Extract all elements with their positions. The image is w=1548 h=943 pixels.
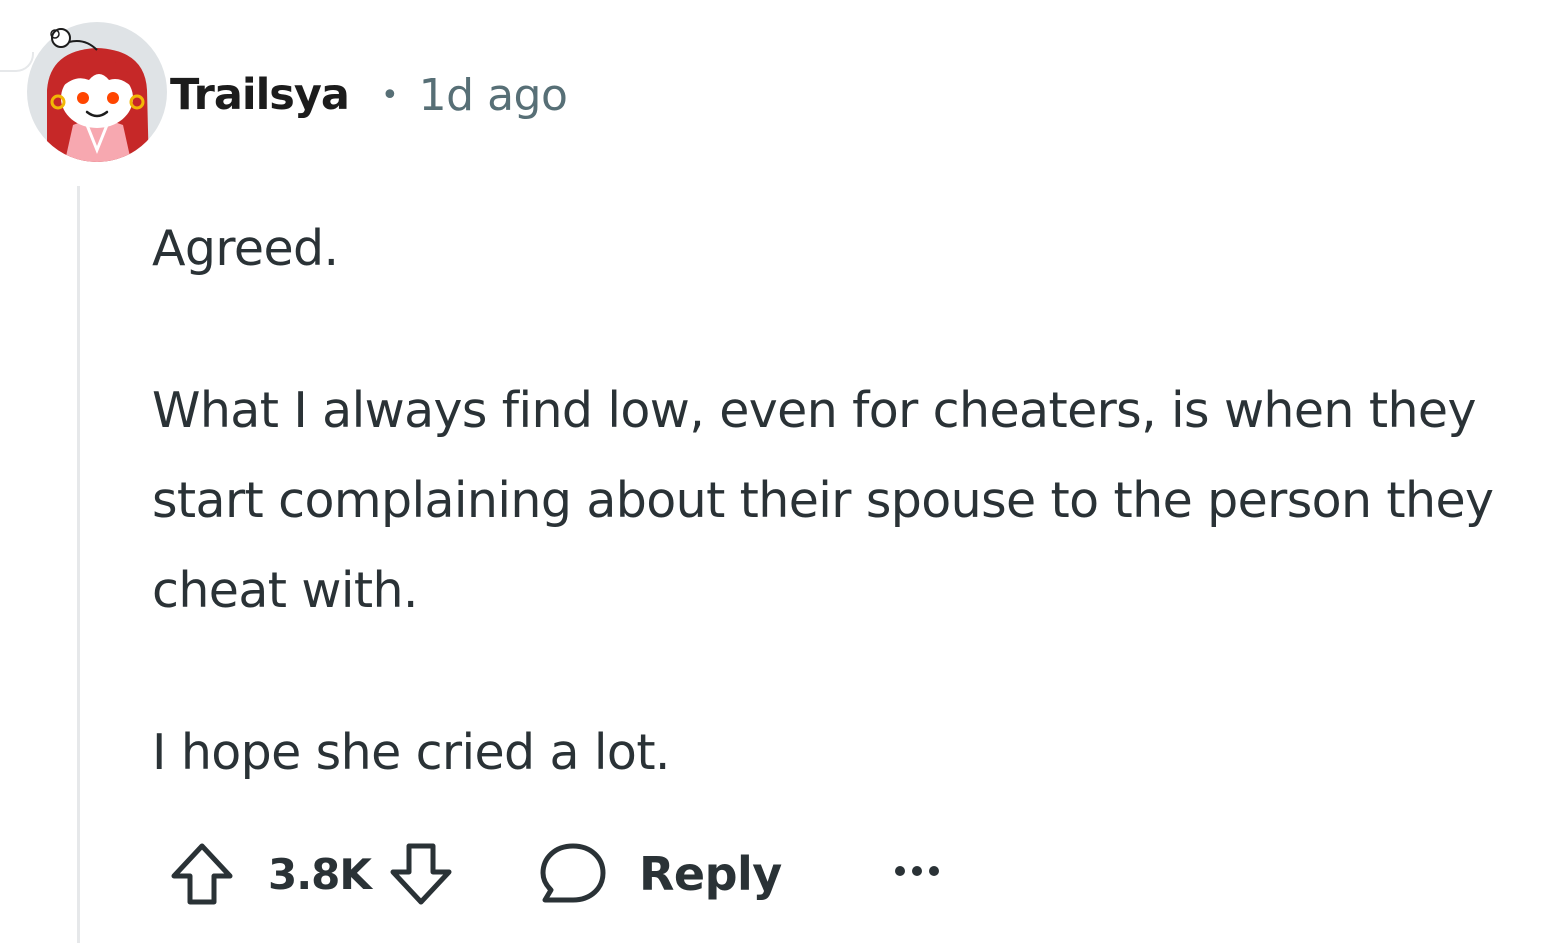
- comment-paragraph: Agreed.: [152, 220, 339, 277]
- vote-score: 3.8K: [268, 849, 372, 899]
- comment-meta: Trailsya • 1d ago: [170, 62, 568, 128]
- speech-bubble-icon: [540, 843, 606, 903]
- downvote-arrow-icon: [390, 843, 452, 905]
- comment-body: Agreed. What I always find low, even for…: [152, 204, 1542, 798]
- reply-button[interactable]: Reply: [539, 840, 782, 908]
- comment-card: Trailsya • 1d ago Agreed. What I always …: [0, 0, 1548, 943]
- more-options-button[interactable]: [892, 861, 942, 881]
- meta-separator: •: [380, 77, 399, 113]
- comment-paragraph: What I always find low, even for cheater…: [152, 382, 1494, 619]
- thread-line[interactable]: [77, 186, 80, 943]
- timestamp[interactable]: 1d ago: [419, 70, 568, 121]
- overflow-dots-icon: [894, 866, 939, 876]
- downvote-button[interactable]: [387, 840, 455, 908]
- reply-label: Reply: [638, 847, 782, 901]
- comment-action-bar: 3.8K Reply: [168, 838, 942, 910]
- snoo-avatar-icon: [27, 22, 167, 162]
- upvote-button[interactable]: [168, 840, 236, 908]
- author-name[interactable]: Trailsya: [170, 70, 350, 120]
- upvote-arrow-icon: [171, 843, 233, 905]
- comment-paragraph: I hope she cried a lot.: [152, 724, 671, 781]
- avatar[interactable]: [25, 20, 170, 165]
